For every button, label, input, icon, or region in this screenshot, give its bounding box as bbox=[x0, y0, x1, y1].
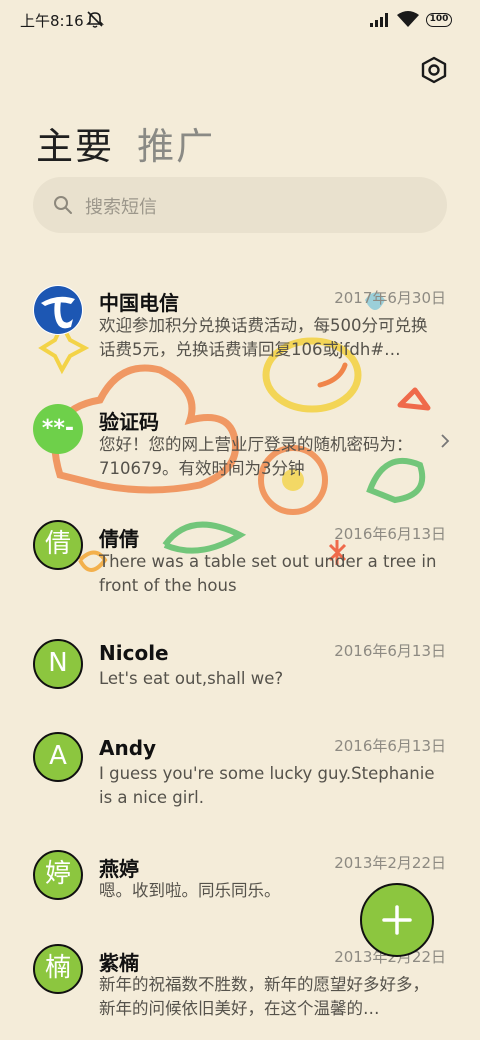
message-preview: Let's eat out,shall we? bbox=[99, 669, 284, 688]
contact-name: Andy bbox=[99, 736, 157, 760]
message-date: 2013年2月22日 bbox=[334, 854, 446, 872]
conversation-item[interactable]: **- 验证码 您好！您的网上营业厅登录的随机密码为：710679。有效时间为3… bbox=[0, 403, 480, 513]
contact-name: 紫楠 bbox=[99, 951, 139, 975]
avatar: **- bbox=[33, 404, 83, 454]
contact-name: 倩倩 bbox=[99, 527, 139, 551]
contact-name: 验证码 bbox=[99, 410, 159, 434]
conversation-item[interactable]: A Andy 2016年6月13日 I guess you're some lu… bbox=[0, 732, 480, 842]
search-icon bbox=[54, 196, 72, 214]
message-preview: 您好！您的网上营业厅登录的随机密码为：710679。有效时间为3分钟 bbox=[99, 435, 413, 478]
conversation-item[interactable]: N Nicole 2016年6月13日 Let's eat out,shall … bbox=[0, 637, 480, 747]
message-date: 2016年6月13日 bbox=[334, 737, 446, 755]
contact-name: Nicole bbox=[99, 641, 169, 665]
wifi-icon bbox=[397, 11, 419, 27]
chevron-right-icon[interactable] bbox=[440, 433, 450, 449]
settings-icon[interactable] bbox=[420, 56, 448, 84]
message-preview: I guess you're some lucky guy.Stephanie … bbox=[99, 764, 435, 807]
conversation-item[interactable]: 中国电信 2017年6月30日 欢迎参加积分兑换话费活动，每500分可兑换话费5… bbox=[0, 283, 480, 393]
message-tabs: 主要 推广 bbox=[36, 116, 233, 170]
message-date: 2016年6月13日 bbox=[334, 642, 446, 660]
china-telecom-logo bbox=[33, 285, 83, 335]
message-date: 2016年6月13日 bbox=[334, 525, 446, 543]
contact-name: 中国电信 bbox=[99, 291, 179, 315]
avatar: 楠 bbox=[33, 944, 83, 994]
avatar: 婷 bbox=[33, 850, 83, 900]
search-placeholder: 搜索短信 bbox=[85, 197, 157, 218]
contact-name: 燕婷 bbox=[99, 857, 139, 881]
message-preview: 欢迎参加积分兑换话费活动，每500分可兑换话费5元，兑换话费请回复106或jfd… bbox=[99, 316, 428, 359]
conversation-item[interactable]: 倩 倩倩 2016年6月13日 There was a table set ou… bbox=[0, 520, 480, 630]
message-preview: 新年的祝福数不胜数，新年的愿望好多好多，新年的问候依旧美好，在这个温馨的… bbox=[99, 975, 429, 1018]
avatar: N bbox=[33, 639, 83, 689]
message-date: 2017年6月30日 bbox=[334, 289, 446, 307]
avatar: A bbox=[33, 732, 83, 782]
signal-icon bbox=[370, 13, 388, 27]
compose-button[interactable] bbox=[360, 883, 434, 957]
message-preview: There was a table set out under a tree i… bbox=[99, 552, 437, 595]
battery-indicator: 100 bbox=[426, 13, 452, 27]
avatar: 倩 bbox=[33, 520, 83, 570]
tab-promo[interactable]: 推广 bbox=[137, 116, 215, 170]
status-bar: 上午8:16 100 bbox=[0, 0, 480, 40]
mute-icon bbox=[86, 11, 104, 28]
status-time: 上午8:16 bbox=[20, 12, 84, 30]
tab-primary[interactable]: 主要 bbox=[36, 116, 114, 170]
plus-icon bbox=[382, 905, 412, 935]
conversation-item[interactable]: 楠 紫楠 2013年2月22日 新年的祝福数不胜数，新年的愿望好多好多，新年的问… bbox=[0, 944, 480, 1040]
search-input[interactable]: 搜索短信 bbox=[33, 177, 447, 233]
